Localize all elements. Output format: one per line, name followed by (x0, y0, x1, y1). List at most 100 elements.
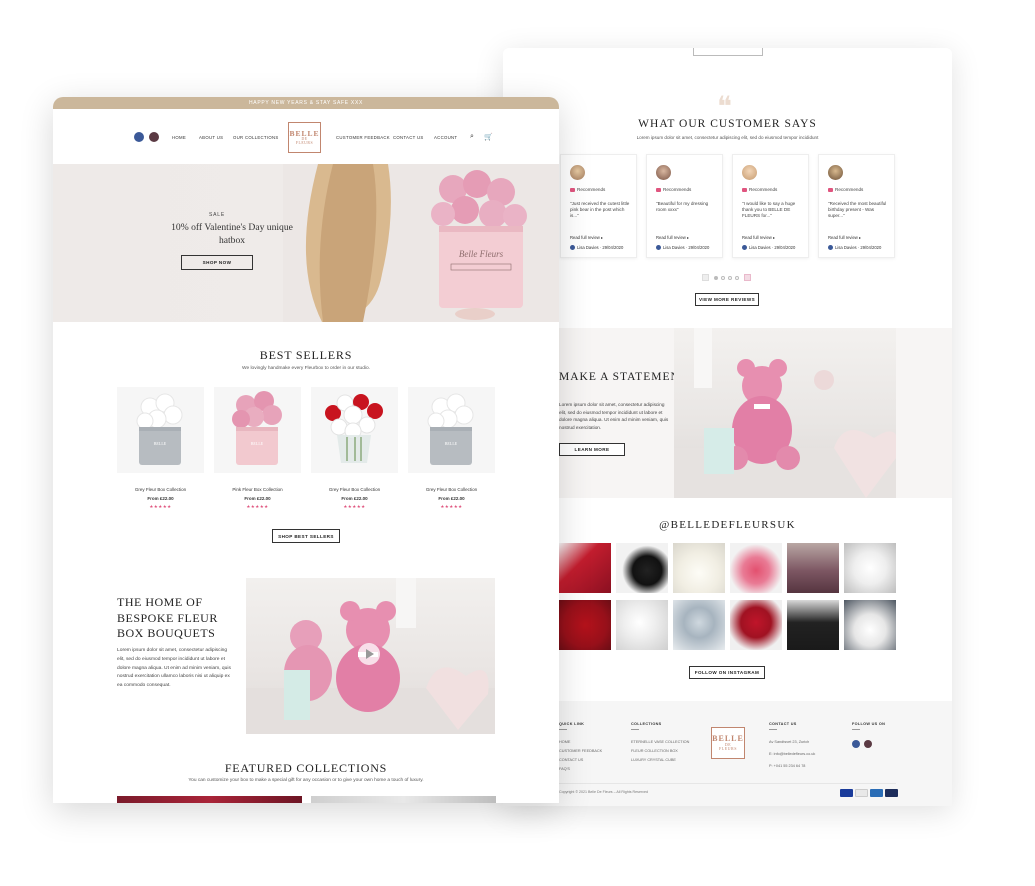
instagram-icon[interactable] (864, 740, 872, 748)
back-page-mockup: ❝ WHAT OUR CUSTOMER SAYS Lorem ipsum dol… (503, 48, 952, 806)
product-image[interactable]: BELLE (408, 387, 495, 473)
facebook-icon[interactable] (134, 132, 144, 142)
nav-customer-feedback[interactable]: CUSTOMER FEEDBACK (336, 135, 390, 140)
product-card[interactable]: BELLE Grey Fleur Box Collection From £22… (408, 387, 495, 510)
pager-dot[interactable] (728, 276, 732, 280)
recommends-label: Recommends (656, 187, 691, 192)
instagram-post[interactable] (730, 543, 782, 593)
read-full-review-link[interactable]: Read full review ▸ (828, 235, 861, 240)
facebook-icon (656, 245, 661, 251)
featured-collection-image[interactable] (311, 796, 496, 803)
product-name[interactable]: Grey Fleur Box Collection (117, 487, 204, 492)
footer-logo[interactable]: BELLE DE FLEURS (711, 727, 745, 759)
footer-link[interactable]: LUXURY CRYSTAL CUBE (631, 758, 676, 762)
review-text: "Just received the cutest little pink be… (570, 201, 630, 218)
instagram-post[interactable] (616, 600, 668, 650)
learn-more-button[interactable]: LEARN MORE (559, 443, 625, 456)
product-rating: ★★★★★ (343, 504, 366, 509)
read-full-review-link[interactable]: Read full review ▸ (570, 235, 603, 240)
hero-banner: Belle Fleurs (53, 164, 559, 322)
pager-dot[interactable] (735, 276, 739, 280)
instagram-icon[interactable] (149, 132, 159, 142)
footer-link[interactable]: CUSTOMER FEEDBACK (559, 749, 602, 753)
footer-link[interactable]: FAQ'S (559, 767, 570, 771)
cart-icon[interactable]: 🛒 (484, 133, 493, 141)
grey-box-illustration: BELLE (136, 393, 183, 465)
rose-bear-image (674, 328, 896, 498)
play-icon[interactable] (358, 643, 380, 665)
facebook-icon (570, 245, 575, 251)
instagram-post[interactable] (559, 543, 611, 593)
shop-now-button[interactable]: SHOP NOW (181, 255, 253, 270)
visa-icon (840, 789, 853, 797)
featured-collection-image[interactable] (117, 796, 302, 803)
nav-home[interactable]: HOME (172, 135, 186, 140)
product-rating: ★★★★★ (246, 504, 269, 509)
product-rating: ★★★★★ (440, 504, 463, 509)
avatar (742, 165, 757, 180)
product-image[interactable]: BELLE (214, 387, 301, 473)
search-icon[interactable]: ⌕ (470, 133, 474, 141)
review-meta: Lisa Davies · 29/04/2020 (742, 245, 795, 251)
recommend-icon (828, 187, 833, 192)
recommends-label: Recommends (570, 187, 605, 192)
instagram-post[interactable] (787, 543, 839, 593)
instagram-post[interactable] (673, 600, 725, 650)
instagram-post[interactable] (673, 543, 725, 593)
footer-quick-link-heading: QUICK LINK (559, 722, 585, 726)
footer-link[interactable]: ETERNELLE VASE COLLECTION (631, 740, 689, 744)
read-full-review-link[interactable]: Read full review ▸ (742, 235, 775, 240)
product-name[interactable]: Grey Fleur Box Collection (408, 487, 495, 492)
nav-about-us[interactable]: ABOUT US (199, 135, 223, 140)
product-card[interactable]: Grey Fleur Box Collection From £22.00 ★★… (311, 387, 398, 510)
product-name[interactable]: Pink Fleur Box Collection (214, 487, 301, 492)
footer-link[interactable]: HOME (559, 740, 570, 744)
product-image[interactable]: BELLE (117, 387, 204, 473)
avatar (656, 165, 671, 180)
grey-box-illustration: BELLE (427, 393, 474, 465)
instagram-post[interactable] (730, 600, 782, 650)
bear-video[interactable] (246, 578, 495, 734)
product-name[interactable]: Grey Fleur Box Collection (311, 487, 398, 492)
instagram-post[interactable] (559, 600, 611, 650)
best-sellers-subtitle: We lovingly handmake every Fleurbox to o… (242, 366, 370, 371)
product-card[interactable]: BELLE Grey Fleur Box Collection From £22… (117, 387, 204, 510)
facebook-icon[interactable] (852, 740, 860, 748)
footer-link[interactable]: FLEUR COLLECTION BOX (631, 749, 678, 753)
footer-phone[interactable]: P: +041 55 234 64 78 (769, 764, 805, 768)
reviews-title: WHAT OUR CUSTOMER SAYS (638, 118, 817, 130)
recommends-label: Recommends (828, 187, 863, 192)
site-logo[interactable]: BELLE DE FLEURS (288, 122, 321, 153)
statement-body: Lorem ipsum dolor sit amet, consectetur … (559, 402, 669, 430)
product-card[interactable]: BELLE Pink Fleur Box Collection From £22… (214, 387, 301, 510)
pager-dot[interactable] (714, 276, 718, 280)
nav-contact-us[interactable]: CONTACT US (393, 135, 424, 140)
instagram-post[interactable] (787, 600, 839, 650)
read-full-review-link[interactable]: Read full review ▸ (656, 235, 689, 240)
instagram-post[interactable] (844, 543, 896, 593)
nav-account[interactable]: ACCOUNT (434, 135, 457, 140)
review-text: "I would like to say a huge thank you to… (742, 201, 796, 218)
rose-bear-illustration (674, 328, 896, 498)
svg-text:Belle Fleurs: Belle Fleurs (459, 249, 504, 259)
product-image[interactable] (311, 387, 398, 473)
prev-arrow-icon[interactable] (702, 274, 709, 281)
home-section-body: Lorem ipsum dolor sit amet, consectetur … (117, 648, 231, 689)
recommend-icon (656, 187, 661, 192)
follow-instagram-button[interactable]: FOLLOW ON INSTAGRAM (689, 666, 765, 679)
shop-best-sellers-button[interactable]: SHOP BEST SELLERS (272, 529, 340, 543)
top-button-outline (693, 48, 763, 56)
footer-email[interactable]: E: info@belledefleurs.co.uk (769, 752, 815, 756)
instagram-post[interactable] (616, 543, 668, 593)
announcement-bar: HAPPY NEW YEARS & STAY SAFE XXX (53, 97, 559, 109)
review-text: "Received the most beautiful birthday pr… (828, 201, 887, 218)
instagram-post[interactable] (844, 600, 896, 650)
featured-collections-subtitle: You can customize your box to make a spe… (188, 778, 424, 783)
view-more-reviews-button[interactable]: VIEW MORE REVIEWS (695, 293, 759, 306)
next-arrow-icon[interactable] (744, 274, 751, 281)
hero-eyebrow: SALE (209, 212, 225, 218)
nav-our-collections[interactable]: OUR COLLECTIONS (233, 135, 279, 140)
footer-link[interactable]: CONTACT US (559, 758, 583, 762)
hero-illustration: Belle Fleurs (283, 164, 559, 322)
pager-dot[interactable] (721, 276, 725, 280)
